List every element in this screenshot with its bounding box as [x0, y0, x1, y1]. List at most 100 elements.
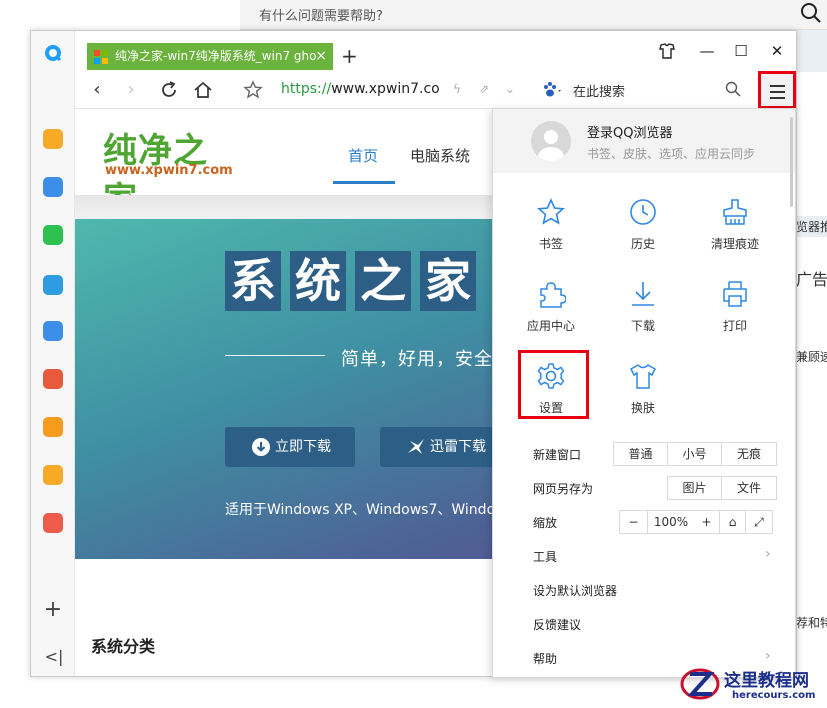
- minimize-button[interactable]: —: [695, 41, 719, 61]
- hamburger-icon: [770, 85, 785, 87]
- menu-history[interactable]: 历史: [608, 189, 678, 259]
- thunder-download-label: 迅雷下载: [430, 439, 486, 455]
- sidebar-add-button[interactable]: +: [43, 597, 63, 622]
- tools-chevron-right-icon: ›: [765, 546, 771, 562]
- bookmark-star-icon[interactable]: [241, 78, 265, 102]
- save-as-image-button[interactable]: 图片: [668, 477, 722, 499]
- login-subtitle: 书签、皮肤、选项、应用云同步: [587, 147, 756, 161]
- history-clock-icon[interactable]: [43, 177, 63, 197]
- lightning-icon[interactable]: ϟ: [453, 82, 461, 96]
- translate-icon[interactable]: [43, 513, 63, 533]
- hamburger-icon: [770, 91, 785, 93]
- menu-download[interactable]: 下载: [608, 271, 678, 341]
- user-avatar-icon: [538, 130, 564, 161]
- menu-download-label: 下载: [630, 319, 655, 333]
- forward-button[interactable]: ›: [119, 78, 143, 102]
- menu-bookmarks[interactable]: 书签: [516, 189, 586, 259]
- zoom-out-button[interactable]: −: [620, 511, 648, 533]
- background-right-band: [797, 30, 827, 72]
- main-menu-dropdown: 登录QQ浏览器 书签、皮肤、选项、应用云同步 书签 历史 清理痕迹 应用中心 下…: [492, 108, 796, 678]
- login-title[interactable]: 登录QQ浏览器: [587, 122, 672, 141]
- menu-scrollbar[interactable]: [790, 117, 793, 207]
- refresh-icon[interactable]: [157, 78, 181, 102]
- avatar[interactable]: [531, 121, 571, 161]
- menu-clear-traces-label: 清理痕迹: [710, 237, 759, 251]
- tab-close-button[interactable]: ×: [315, 43, 327, 70]
- browser-tab[interactable]: 纯净之家-win7纯净版系统_win7 gho ×: [87, 43, 333, 70]
- site-logo[interactable]: 纯净之家 www.xpwin7.com: [103, 123, 233, 220]
- reader-icon[interactable]: [43, 465, 63, 485]
- wechat-icon[interactable]: [43, 225, 63, 245]
- zoom-controls: − 100% + ⌂ ⤢: [619, 510, 773, 534]
- background-right-area: [797, 30, 827, 708]
- new-window-small-button[interactable]: 小号: [668, 443, 722, 465]
- clock-icon: [630, 199, 656, 225]
- back-button[interactable]: ‹: [85, 78, 109, 102]
- menu-history-label: 历史: [630, 237, 655, 251]
- menu-change-skin[interactable]: 换肤: [608, 353, 678, 423]
- hero-title-char: 统: [290, 251, 346, 311]
- menu-feedback[interactable]: 反馈建议: [533, 616, 581, 633]
- cloud-icon[interactable]: [43, 321, 63, 341]
- new-window-label: 新建窗口: [533, 448, 582, 462]
- close-window-button[interactable]: ✕: [765, 41, 789, 61]
- system-category-title: 系统分类: [91, 637, 156, 656]
- save-as-file-button[interactable]: 文件: [722, 477, 776, 499]
- browser-sidebar: + <|: [31, 31, 75, 676]
- title-bar: 纯净之家-win7纯净版系统_win7 gho × + — ☐ ✕: [75, 31, 796, 71]
- new-window-incognito-button[interactable]: 无痕: [722, 443, 776, 465]
- download-circle-icon: [252, 438, 270, 456]
- hero-title-char: 家: [420, 251, 476, 311]
- zoom-label: 缩放: [533, 516, 558, 530]
- menu-clear-traces[interactable]: 清理痕迹: [700, 189, 770, 259]
- url-scheme: https://: [281, 81, 332, 97]
- shirt-icon: [630, 364, 656, 389]
- background-fragment: 广告: [796, 270, 827, 289]
- address-bar[interactable]: https://www.xpwin7.co: [281, 81, 440, 97]
- fullscreen-icon[interactable]: ⤢: [746, 511, 772, 533]
- hero-title-char: 系: [225, 251, 281, 311]
- menu-change-skin-label: 换肤: [630, 401, 655, 415]
- site-nav-home[interactable]: 首页: [348, 145, 378, 166]
- puzzle-icon: [540, 282, 566, 308]
- skin-icon[interactable]: [655, 41, 679, 61]
- menu-tools[interactable]: 工具: [533, 548, 557, 565]
- search-engine-paw-icon[interactable]: [541, 81, 563, 99]
- search-tool-icon[interactable]: [43, 417, 63, 437]
- maximize-button[interactable]: ☐: [729, 41, 753, 61]
- share-icon[interactable]: ⇗: [479, 82, 489, 96]
- menu-print-label: 打印: [722, 319, 747, 333]
- transfer-icon[interactable]: [43, 275, 63, 295]
- hero-compat-text: 适用于Windows XP、Windows7、Windo: [225, 502, 496, 518]
- site-logo-url: www.xpwin7.com: [105, 163, 233, 178]
- navigation-bar: ‹ › https://www.xpwin7.co ϟ ⇗ ⌄ 在此搜索: [75, 71, 796, 109]
- url-host: www.xpwin7.co: [331, 81, 440, 97]
- sidebar-collapse-button[interactable]: <|: [43, 647, 65, 666]
- search-icon[interactable]: [725, 81, 741, 97]
- site-nav-pc-system[interactable]: 电脑系统: [410, 145, 470, 166]
- hero-title-char: 之: [355, 251, 411, 311]
- qq-browser-logo-icon[interactable]: [43, 43, 63, 63]
- dropdown-chevron-icon[interactable]: ⌄: [505, 82, 515, 96]
- watermark-url: herecours.com: [732, 690, 816, 701]
- search-box[interactable]: 在此搜索: [573, 81, 625, 100]
- new-tab-button[interactable]: +: [341, 43, 358, 69]
- zoom-in-button[interactable]: +: [694, 511, 720, 533]
- main-menu-button[interactable]: [758, 71, 796, 109]
- menu-set-default-browser[interactable]: 设为默认浏览器: [533, 582, 617, 599]
- pdf-icon[interactable]: [43, 369, 63, 389]
- menu-print[interactable]: 打印: [700, 271, 770, 341]
- menu-help[interactable]: 帮助: [533, 650, 557, 667]
- hero-divider: [225, 355, 325, 356]
- home-icon[interactable]: [191, 78, 215, 102]
- menu-login-header[interactable]: 登录QQ浏览器 书签、皮肤、选项、应用云同步: [493, 109, 795, 173]
- download-now-button[interactable]: 立即下载: [225, 427, 355, 467]
- menu-app-center[interactable]: 应用中心: [516, 271, 586, 341]
- thunder-download-button[interactable]: 迅雷下载: [380, 427, 500, 467]
- save-page-label: 网页另存为: [533, 482, 594, 496]
- new-window-normal-button[interactable]: 普通: [614, 443, 668, 465]
- menu-bookmarks-label: 书签: [538, 237, 563, 251]
- hero-subtitle: 简单，好用，安全: [341, 349, 493, 370]
- lock-icon[interactable]: ⌂: [720, 511, 746, 533]
- favorites-icon[interactable]: [43, 129, 63, 149]
